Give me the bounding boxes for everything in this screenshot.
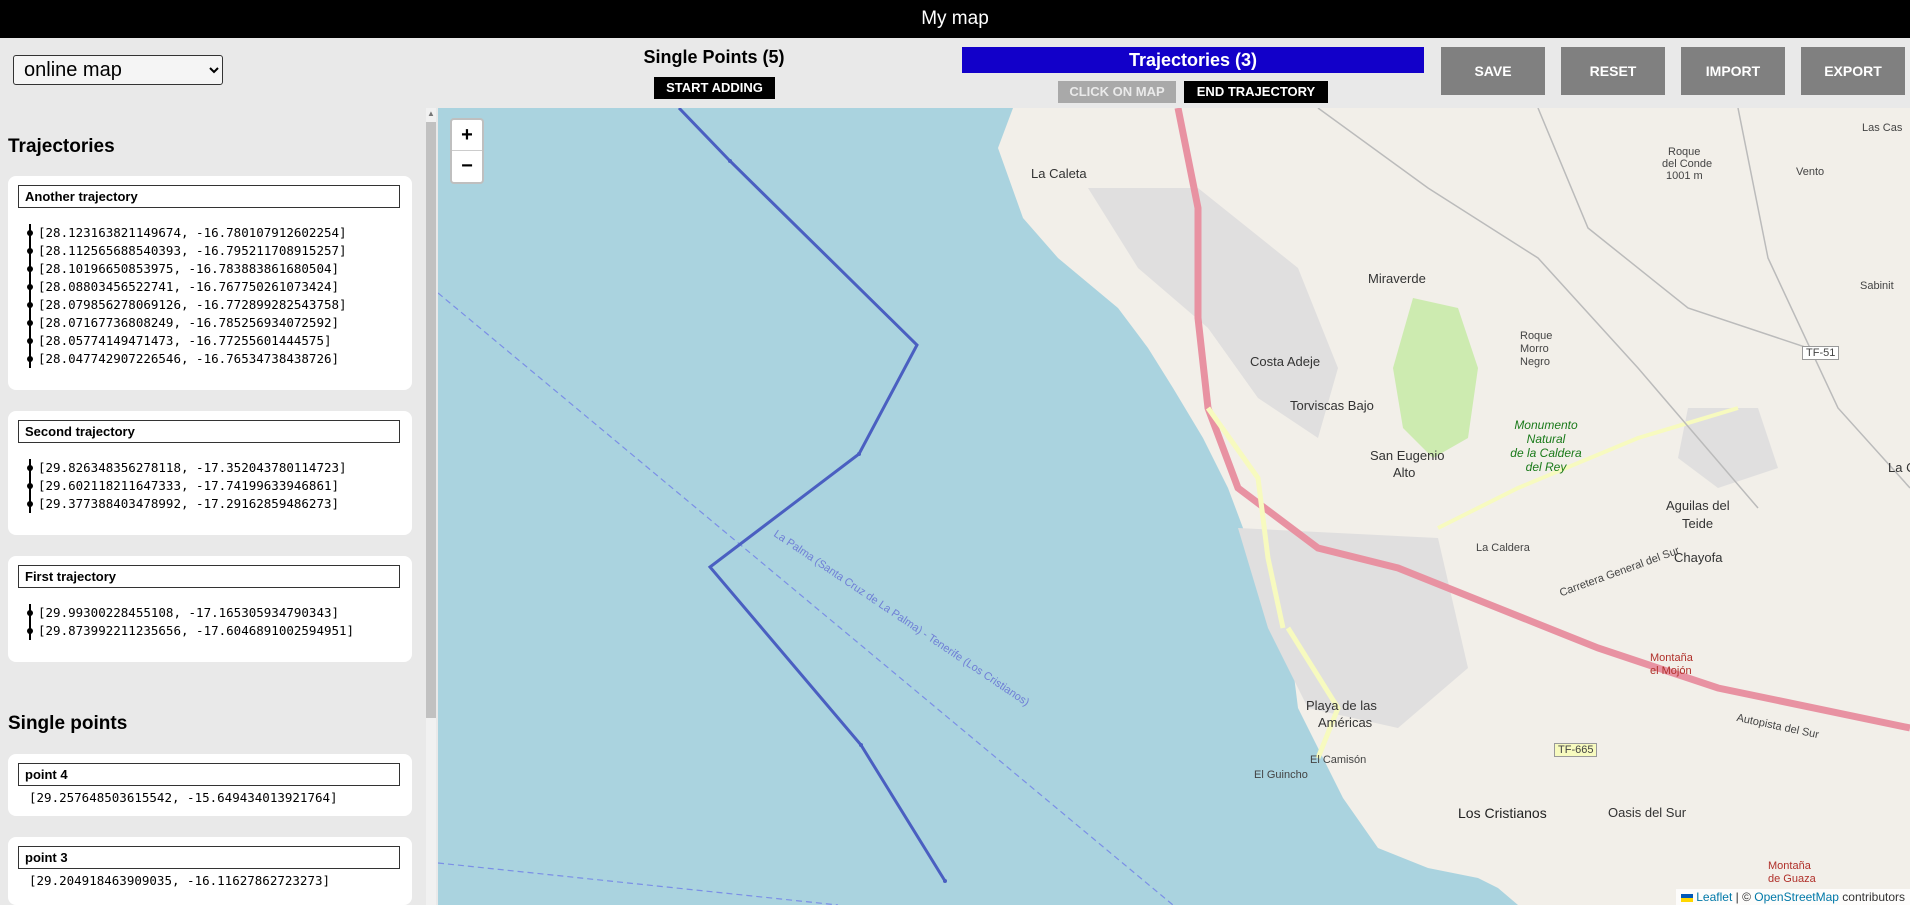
park-label: de la Caldera — [1510, 446, 1582, 460]
place-label: Torviscas Bajo — [1290, 398, 1374, 413]
place-label: Teide — [1682, 516, 1714, 531]
coord-item: [28.047742907226546, -16.76534738438726] — [27, 350, 347, 368]
trajectory-name-field[interactable]: First trajectory — [18, 565, 400, 588]
point-coord: [29.204918463909035, -16.11627862723273] — [29, 873, 331, 888]
export-button[interactable]: EXPORT — [1801, 47, 1905, 95]
leaflet-link[interactable]: Leaflet — [1696, 890, 1732, 904]
place-label: Américas — [1318, 715, 1373, 730]
trajectory-card: Second trajectory [29.826348356278118, -… — [8, 411, 412, 535]
peak-label: Montaña — [1650, 652, 1693, 664]
road-shield: TF-665 — [1554, 743, 1598, 757]
point-name-field[interactable]: point 3 — [18, 846, 400, 869]
trajectory-coords-list: [28.123163821149674, -16.780107912602254… — [27, 224, 347, 368]
map-view[interactable]: La Palma (Santa Cruz de La Palma) - Tene… — [438, 108, 1910, 905]
click-on-map-button[interactable]: CLICK ON MAP — [1058, 81, 1176, 103]
map-source-select[interactable]: online map — [13, 55, 223, 85]
osm-link[interactable]: OpenStreetMap — [1754, 890, 1839, 904]
end-trajectory-button[interactable]: END TRAJECTORY — [1184, 81, 1328, 103]
map-attribution: Leaflet | © OpenStreetMap contributors — [1676, 889, 1910, 905]
trajectory-card: First trajectory [29.99300228455108, -17… — [8, 556, 412, 662]
peak-label: Roque — [1668, 146, 1701, 158]
single-points-title: Single Points (5) — [643, 47, 785, 67]
coord-item: [29.99300228455108, -17.165305934790343] — [26, 604, 354, 622]
road-shield: TF-51 — [1802, 346, 1840, 360]
start-adding-button[interactable]: START ADDING — [654, 77, 775, 99]
place-label: Alto — [1393, 465, 1416, 480]
point-name-field[interactable]: point 4 — [18, 763, 400, 786]
trajectories-heading: Trajectories — [8, 136, 115, 157]
place-label: Aguilas del — [1666, 498, 1730, 513]
ferry-route — [438, 862, 839, 905]
coord-item: [28.079856278069126, -16.772899282543758… — [27, 296, 347, 314]
trajectory-vertex — [859, 743, 863, 747]
coord-item: [29.377388403478992, -17.29162859486273] — [27, 495, 347, 513]
place-label: Negro — [1520, 356, 1550, 368]
place-label: Las Cas — [1862, 122, 1903, 134]
trajectory-coords-list: [29.826348356278118, -17.352043780114723… — [27, 459, 347, 513]
peak-label: 1001 m — [1666, 170, 1703, 182]
trajectory-coords-list: [29.99300228455108, -17.165305934790343]… — [26, 604, 354, 640]
peak-label: el Mojón — [1650, 665, 1692, 677]
peak-label: del Conde — [1662, 158, 1713, 170]
peak-label: de Guaza — [1768, 873, 1816, 885]
place-label: La C — [1888, 460, 1910, 475]
place-label: San Eugenio — [1370, 448, 1445, 463]
trajectory-name-field[interactable]: Second trajectory — [18, 420, 400, 443]
coord-item: [29.873992211235656, -17.604689100259495… — [26, 622, 354, 640]
coord-item: [28.123163821149674, -16.780107912602254… — [27, 224, 347, 242]
coord-item: [28.112565688540393, -16.795211708915257… — [27, 242, 347, 260]
point-coord: [29.257648503615542, -15.649434013921764… — [29, 790, 338, 805]
coord-item: [29.602118211647333, -17.74199633946861] — [27, 477, 347, 495]
place-label: Costa Adeje — [1250, 354, 1321, 369]
park-label: Monumento — [1514, 418, 1578, 432]
coord-item: [28.07167736808249, -16.785256934072592] — [27, 314, 347, 332]
place-label: Los Cristianos — [1458, 805, 1547, 821]
place-label: Miraverde — [1368, 271, 1426, 286]
coord-item: [28.08803456522741, -16.767750261073424] — [27, 278, 347, 296]
trajectories-title: Trajectories (3) — [962, 47, 1424, 73]
import-button[interactable]: IMPORT — [1681, 47, 1785, 95]
park-label: del Rey — [1525, 460, 1567, 474]
sidebar-scrollbar-thumb[interactable] — [426, 122, 436, 718]
sidebar[interactable]: Trajectories Another trajectory [28.1231… — [0, 108, 426, 905]
place-label: El Guincho — [1254, 769, 1308, 781]
save-button[interactable]: SAVE — [1441, 47, 1545, 95]
place-label: Vento — [1796, 166, 1825, 178]
place-label: La Caleta — [1031, 166, 1087, 181]
place-label: El Camisón — [1310, 754, 1367, 766]
place-label: La Caldera — [1476, 542, 1530, 554]
app-title-bar: My map — [0, 0, 1910, 38]
place-label: Playa de las — [1306, 698, 1377, 713]
point-card: point 4 [29.257648503615542, -15.6494340… — [8, 754, 412, 816]
single-points-heading: Single points — [8, 713, 128, 734]
trajectory-vertex — [857, 452, 861, 456]
trajectory-name-field[interactable]: Another trajectory — [18, 185, 400, 208]
coord-item: [28.10196650853975, -16.783883861680504] — [27, 260, 347, 278]
attribution-tail: contributors — [1838, 890, 1905, 904]
point-card: point 3 [29.204918463909035, -16.1162786… — [8, 837, 412, 905]
scroll-up-arrow-icon[interactable]: ▲ — [426, 108, 436, 120]
place-label: Sabinit — [1860, 280, 1894, 292]
place-label: Morro — [1520, 343, 1549, 355]
zoom-out-button[interactable]: − — [452, 151, 482, 181]
place-label: Oasis del Sur — [1608, 805, 1687, 820]
place-label: Roque — [1520, 330, 1553, 342]
ferry-route — [438, 292, 1174, 905]
trajectory-card: Another trajectory [28.123163821149674, … — [8, 176, 412, 390]
attribution-separator: | © — [1732, 890, 1755, 904]
app-title: My map — [921, 8, 989, 29]
coord-item: [29.826348356278118, -17.352043780114723… — [27, 459, 347, 477]
ukraine-flag-icon — [1681, 893, 1694, 902]
reset-button[interactable]: RESET — [1561, 47, 1665, 95]
zoom-control: + − — [450, 118, 484, 184]
trajectory-vertex — [943, 879, 947, 883]
peak-label: Montaña — [1768, 860, 1811, 872]
trajectory-polyline — [677, 108, 947, 882]
coord-item: [28.05774149471473, -16.77255601444575] — [27, 332, 347, 350]
zoom-in-button[interactable]: + — [452, 120, 482, 151]
park-label: Natural — [1526, 432, 1566, 446]
place-label: Chayofa — [1674, 550, 1723, 565]
trajectory-vertex — [728, 159, 732, 163]
